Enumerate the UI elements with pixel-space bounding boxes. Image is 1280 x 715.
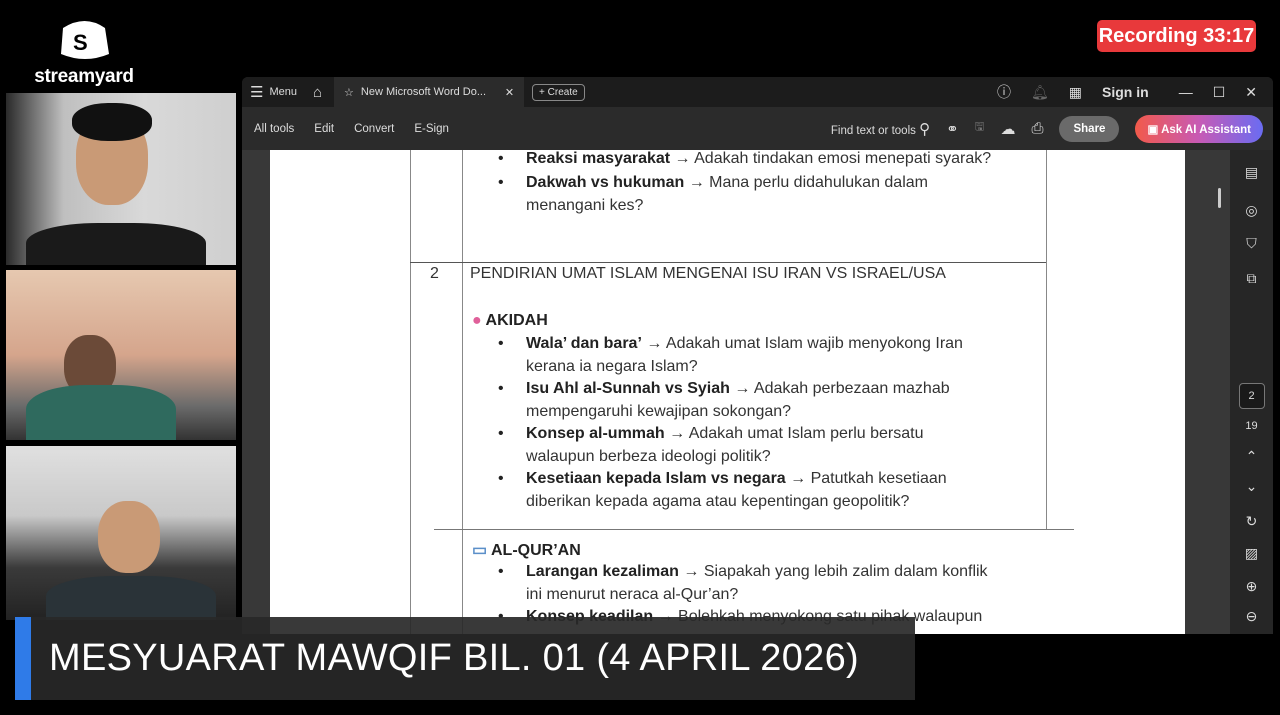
recording-badge: Recording 33:17 xyxy=(1097,20,1256,52)
comment-icon[interactable]: ▤ xyxy=(1245,164,1258,181)
apps-grid-icon[interactable]: ▦ xyxy=(1069,84,1082,101)
share-button[interactable]: Share xyxy=(1059,115,1120,142)
sign-in-button[interactable]: Sign in xyxy=(1102,84,1149,100)
all-tools-button[interactable]: All tools xyxy=(254,123,294,135)
find-button[interactable]: Find text or tools ⚲ xyxy=(831,120,930,138)
chevron-down-icon[interactable]: ⌄ xyxy=(1246,478,1258,495)
acrobat-window: ☰ Menu ⌂ ☆ New Microsoft Word Do... ✕ + Cre… xyxy=(242,77,1273,634)
scrollbar[interactable] xyxy=(1218,188,1221,208)
document-viewer[interactable]: • Reaksi masyarakat → Adakah tindakan em… xyxy=(242,150,1273,634)
right-side-panel: ▤ ◎ ⛉ ⧉ 2 19 ⌃ ⌄ ↻ ▨ ⊕ ⊖ xyxy=(1230,150,1273,634)
bullet-continuation: kerana ia negara Islam? xyxy=(526,358,698,375)
rotate-icon[interactable]: ↻ xyxy=(1246,513,1258,530)
streamyard-logo: S streamyard xyxy=(26,18,142,88)
bullet-item: Kesetiaan kepada Islam vs negara → Patut… xyxy=(526,470,947,487)
chevron-up-icon[interactable]: ⌃ xyxy=(1246,448,1258,465)
svg-text:S: S xyxy=(73,30,88,55)
bell-icon[interactable]: 🔔︎ xyxy=(1031,84,1049,101)
document-page: • Reaksi masyarakat → Adakah tindakan em… xyxy=(270,150,1185,634)
page-number-current[interactable]: 2 xyxy=(1238,383,1265,409)
banner-accent xyxy=(15,617,31,700)
create-button[interactable]: + Create xyxy=(532,83,585,101)
close-window-button[interactable]: ✕ xyxy=(1245,84,1257,101)
stamp-icon[interactable]: ◎ xyxy=(1245,202,1257,219)
bullet-continuation: diberikan kepada agama atau kepentingan … xyxy=(526,493,910,510)
title-bar: ☰ Menu ⌂ ☆ New Microsoft Word Do... ✕ + Cre… xyxy=(242,77,1273,107)
plus-icon: + xyxy=(539,86,548,98)
zoom-in-icon[interactable]: ⊕ xyxy=(1246,578,1258,595)
streamyard-wordmark: streamyard xyxy=(34,66,134,87)
bullet-item: Larangan kezaliman → Siapakah yang lebih… xyxy=(526,563,988,580)
row-number: 2 xyxy=(430,265,439,282)
participant-video-3 xyxy=(6,446,236,620)
upload-cloud-icon[interactable]: ☁ xyxy=(1000,120,1015,138)
bullet-item: Wala’ dan bara’ → Adakah umat Islam waji… xyxy=(526,335,963,352)
bullet-item: Reaksi masyarakat → Adakah tindakan emos… xyxy=(526,150,992,167)
search-icon: ⚲ xyxy=(919,120,931,138)
toolbar: All tools Edit Convert E-Sign Find text … xyxy=(242,107,1273,150)
close-tab-icon[interactable]: ✕ xyxy=(505,86,514,99)
bullet-continuation: mempengaruhi kewajipan sokongan? xyxy=(526,403,792,420)
menu-button[interactable]: ☰ Menu xyxy=(242,83,305,101)
bullet-continuation: ini menurut neraca al-Qur’an? xyxy=(526,586,739,603)
zoom-out-icon[interactable]: ⊖ xyxy=(1246,608,1258,625)
fit-page-icon[interactable]: ▨ xyxy=(1245,545,1258,562)
participant-video-1 xyxy=(6,93,236,265)
bullet-item: Dakwah vs hukuman → Mana perlu didahuluk… xyxy=(526,174,928,191)
bullet-continuation: walaupun berbeza ideologi politik? xyxy=(526,448,771,465)
maximize-button[interactable]: ☐ xyxy=(1213,84,1226,101)
lower-third-banner: MESYUARAT MAWQIF BIL. 01 (4 APRIL 2026) xyxy=(15,617,915,700)
akidah-heading: ● AKIDAH xyxy=(472,312,548,329)
pages-icon[interactable]: ⧉ xyxy=(1247,270,1257,287)
convert-button[interactable]: Convert xyxy=(354,123,394,135)
edit-button[interactable]: Edit xyxy=(314,123,334,135)
ask-ai-assistant-button[interactable]: ▣ Ask AI Assistant xyxy=(1135,114,1263,143)
page-number-total: 19 xyxy=(1245,420,1258,432)
quran-heading: ▭ AL-QUR’AN xyxy=(472,542,581,559)
print-icon[interactable]: ⎙ xyxy=(1031,120,1043,137)
ai-tools-icon[interactable]: ⚭ xyxy=(946,120,959,138)
ai-chat-icon: ▣ xyxy=(1147,123,1162,136)
row-title: PENDIRIAN UMAT ISLAM MENGENAI ISU IRAN V… xyxy=(470,265,946,282)
star-icon[interactable]: ☆ xyxy=(344,86,354,99)
book-icon: ▭ xyxy=(472,542,488,559)
minimize-button[interactable]: — xyxy=(1179,84,1193,100)
help-icon[interactable]: ⓘ xyxy=(997,82,1011,102)
save-icon[interactable]: 🖫︎ xyxy=(975,119,985,138)
document-tab[interactable]: ☆ New Microsoft Word Do... ✕ xyxy=(334,77,525,107)
banner-title: MESYUARAT MAWQIF BIL. 01 (4 APRIL 2026) xyxy=(49,637,859,679)
streamyard-logo-icon: S xyxy=(55,18,113,62)
bullet-item: Konsep al-ummah → Adakah umat Islam perl… xyxy=(526,425,924,442)
esign-button[interactable]: E-Sign xyxy=(414,123,449,135)
hamburger-icon: ☰ xyxy=(250,84,264,101)
participant-video-2 xyxy=(6,270,236,440)
home-icon[interactable]: ⌂ xyxy=(305,84,330,101)
bullet-item: Isu Ahl al-Sunnah vs Syiah → Adakah perb… xyxy=(526,380,950,397)
brain-icon: ● xyxy=(472,312,482,329)
bookmark-icon[interactable]: ⛉ xyxy=(1246,235,1257,252)
bullet-continuation: menangani kes? xyxy=(526,197,644,214)
